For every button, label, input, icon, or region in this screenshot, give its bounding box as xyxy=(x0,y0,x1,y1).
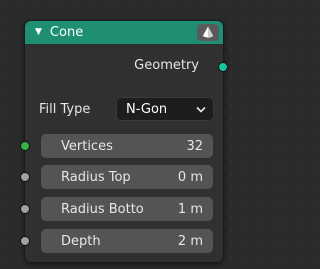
radius-top-field[interactable]: Radius Top 0 m xyxy=(41,165,213,189)
fill-type-dropdown[interactable]: N-Gon xyxy=(116,97,214,121)
radius-top-input-socket[interactable] xyxy=(20,172,30,182)
radius-bottom-field[interactable]: Radius Botto 1 m xyxy=(41,197,213,221)
radius-bottom-input-row: Radius Botto 1 m xyxy=(20,197,223,221)
fill-type-label: Fill Type xyxy=(39,102,91,117)
chevron-down-icon xyxy=(196,106,206,113)
depth-value: 2 m xyxy=(177,233,203,249)
radius-bottom-label: Radius Botto xyxy=(61,201,144,217)
depth-input-socket[interactable] xyxy=(20,236,30,246)
vertices-label: Vertices xyxy=(61,138,113,154)
depth-field[interactable]: Depth 2 m xyxy=(41,229,213,253)
node-title: Cone xyxy=(49,25,84,40)
geometry-output-label: Geometry xyxy=(134,58,199,73)
triangle-down-icon[interactable]: ▼ xyxy=(35,28,42,37)
vertices-value: 32 xyxy=(186,138,203,154)
depth-input-row: Depth 2 m xyxy=(20,229,223,253)
radius-top-value: 0 m xyxy=(177,169,203,185)
radius-top-input-row: Radius Top 0 m xyxy=(20,165,223,189)
vertices-input-socket[interactable] xyxy=(20,141,30,151)
radius-bottom-value: 1 m xyxy=(177,201,203,217)
radius-bottom-input-socket[interactable] xyxy=(20,204,30,214)
cone-icon[interactable] xyxy=(197,24,219,41)
node-header[interactable]: ▼ Cone xyxy=(25,21,223,44)
vertices-input-row: Vertices 32 xyxy=(20,134,223,158)
geometry-output-socket[interactable] xyxy=(218,62,228,72)
fill-type-value: N-Gon xyxy=(126,101,168,117)
geometry-output-row: Geometry xyxy=(25,56,228,76)
fill-type-row: Fill Type N-Gon xyxy=(25,96,223,122)
cone-node[interactable]: ▼ Cone Geometry Fill Type N-Gon Vertices xyxy=(20,20,228,263)
vertices-field[interactable]: Vertices 32 xyxy=(41,134,213,158)
depth-label: Depth xyxy=(61,233,101,249)
radius-top-label: Radius Top xyxy=(61,169,131,185)
